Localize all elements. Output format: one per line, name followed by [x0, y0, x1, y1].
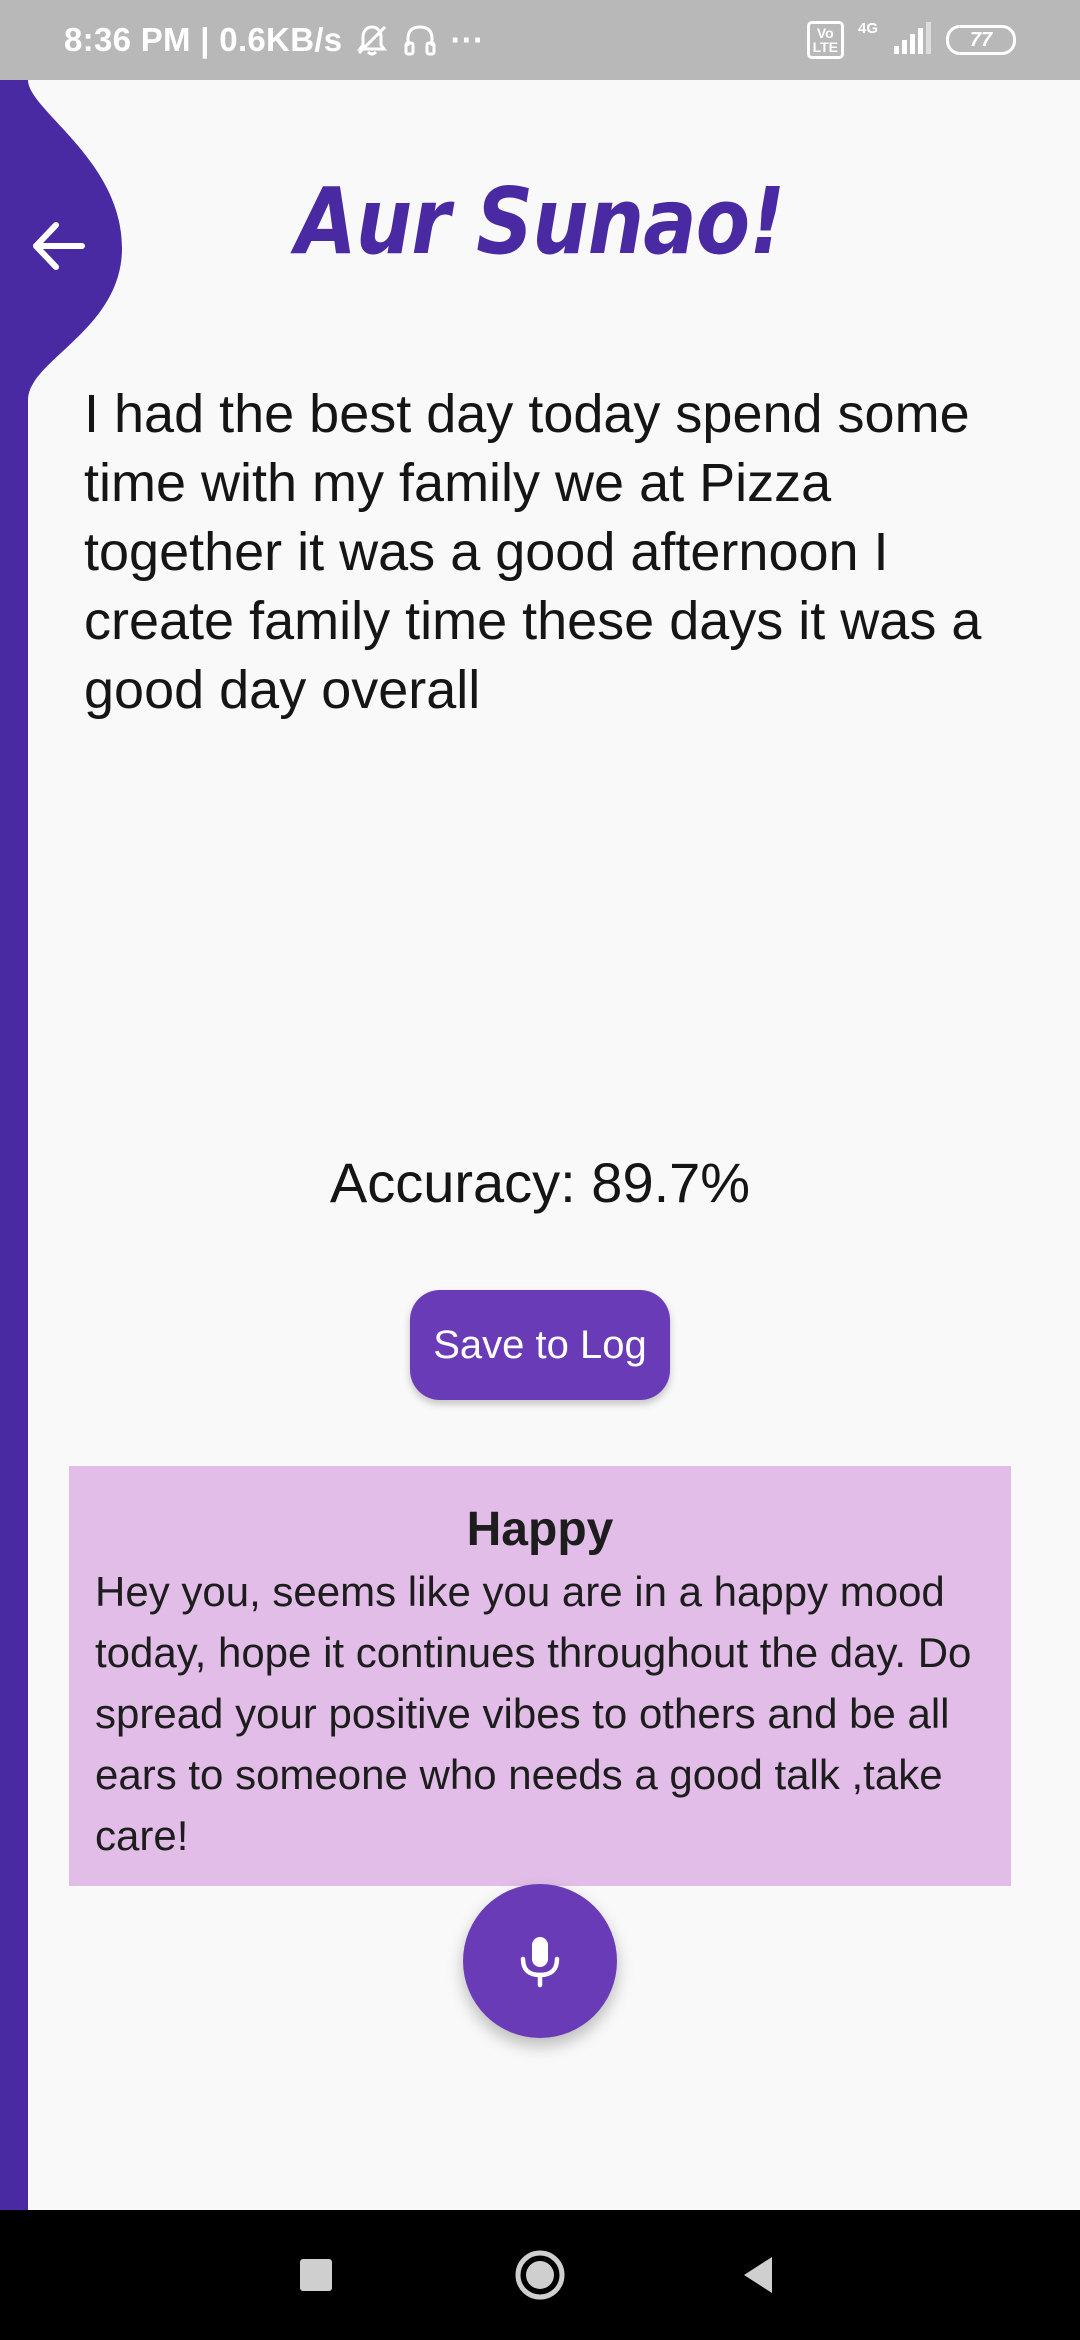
- battery-level: 77: [969, 28, 993, 51]
- battery-icon: 77: [946, 25, 1016, 55]
- save-to-log-label: Save to Log: [433, 1322, 647, 1367]
- volte-badge: Vo LTE: [806, 21, 844, 59]
- save-to-log-button[interactable]: Save to Log: [410, 1290, 670, 1400]
- nav-back-button[interactable]: [700, 2210, 820, 2340]
- mood-title: Happy: [466, 1503, 614, 1556]
- square-icon: [300, 2259, 332, 2291]
- more-dots: ···: [450, 21, 485, 58]
- status-time-speed: 8:36 PM | 0.6KB/s: [64, 21, 343, 58]
- status-bar: 8:36 PM | 0.6KB/s ··· Vo LTE 4G 77: [0, 0, 1080, 80]
- network-type: 4G: [857, 19, 878, 37]
- accuracy-label: Accuracy: 89.7%: [329, 1151, 751, 1214]
- nav-home-button[interactable]: [480, 2210, 600, 2340]
- triangle-back-icon: [744, 2257, 772, 2293]
- nav-recent-button[interactable]: [256, 2210, 376, 2340]
- microphone-icon: [520, 1937, 560, 1988]
- transcript-text: I had the best day today spend some time…: [84, 384, 982, 720]
- headset-icon: [402, 22, 438, 58]
- bell-off-icon: [354, 22, 390, 58]
- signal-icon: [892, 21, 932, 59]
- microphone-button[interactable]: [463, 1884, 617, 2038]
- navigation-bar: [0, 2210, 1080, 2340]
- mood-message: Hey you, seems like you are in a happy m…: [95, 1568, 972, 1859]
- status-right: Vo LTE 4G 77: [806, 0, 1016, 80]
- mood-card: Happy Hey you, seems like you are in a h…: [69, 1466, 1011, 1886]
- page-title: Aur Sunao!: [295, 168, 786, 275]
- status-left: 8:36 PM | 0.6KB/s ···: [64, 0, 484, 80]
- circle-icon: [515, 2250, 565, 2300]
